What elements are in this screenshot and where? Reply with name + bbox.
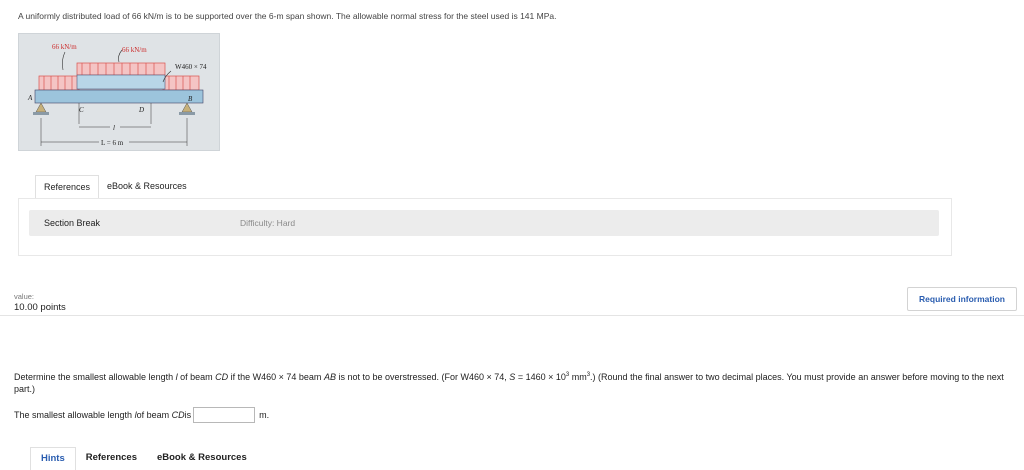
divider [0,315,1024,316]
section-label: W460 × 74 [175,63,207,71]
section-break-panel: Section Break Difficulty: Hard [18,198,952,256]
tab-references-bottom[interactable]: References [76,447,147,469]
answer-cd: CD [171,410,185,420]
q-part1: Determine the smallest allowable length [14,372,176,382]
load-middle-label: 66 kN/m [122,46,147,54]
difficulty-label: Difficulty: Hard [240,218,296,228]
answer-prefix: The smallest allowable length [14,410,133,420]
section-break-label: Section Break [44,218,101,228]
load-left-label: 66 kN/m [52,43,77,51]
tab-hints[interactable]: Hints [30,447,76,470]
tab-references[interactable]: References [35,175,100,198]
points-value: 10.00 points [14,302,66,313]
answer-middle: of beam [136,410,170,420]
question-text: Determine the smallest allowable length … [14,369,1022,395]
tab-ebook-resources[interactable]: eBook & Resources [99,175,195,197]
q-part4: is not to be overstressed. (For W460 × 7… [335,372,510,382]
q-ab: AB [323,372,336,382]
beam-figure: 66 kN/m 66 kN/m W460 × 74 A B C D l L = … [18,33,220,151]
dim-l-label: l [113,124,115,132]
q-part5: = 1460 × 10 [515,372,566,382]
top-tab-bar: References eBook & Resources [35,175,195,198]
tab-ebook-resources-bottom[interactable]: eBook & Resources [147,447,257,469]
q-part6: mm [569,372,587,382]
q-part3: if the W460 × 74 beam [228,372,324,382]
point-a-label: A [27,94,33,102]
answer-suffix: is [184,410,192,420]
value-label: value: [14,292,35,301]
answer-row: The smallest allowable length l of beam … [14,407,269,423]
answer-input[interactable] [193,407,256,423]
required-information-button[interactable]: Required information [907,287,1017,311]
dim-span-label: L = 6 m [101,139,124,147]
answer-unit: m. [259,410,270,420]
bottom-tab-bar: Hints References eBook & Resources [30,447,257,470]
point-d-label: D [138,106,144,114]
section-break-bar: Section Break Difficulty: Hard [29,210,939,236]
q-part2: of beam [177,372,216,382]
point-c-label: C [79,106,84,114]
point-b-label: B [188,95,193,103]
q-cd: CD [215,372,229,382]
problem-statement: A uniformly distributed load of 66 kN/m … [18,11,557,21]
